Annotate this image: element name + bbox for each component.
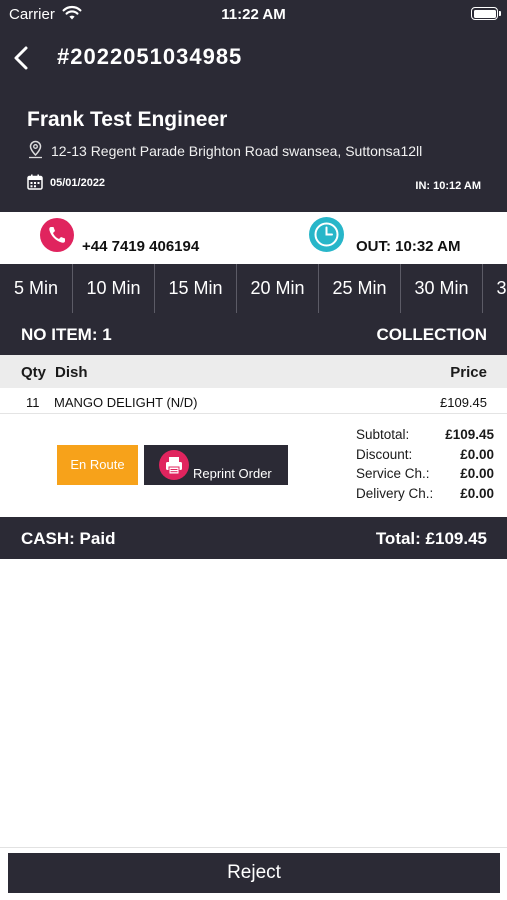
payment-bar: CASH: Paid Total: £109.45 bbox=[0, 517, 507, 559]
discount-value: £0.00 bbox=[460, 446, 494, 462]
time-option-35-min[interactable]: 35 Min bbox=[483, 264, 507, 313]
battery-icon bbox=[471, 7, 501, 20]
reprint-order-label: Reprint Order bbox=[193, 466, 272, 481]
in-time: IN: 10:12 AM bbox=[415, 180, 481, 192]
time-option-5-min[interactable]: 5 Min bbox=[0, 264, 73, 313]
service-charge-line: Service Ch.: £0.00 bbox=[356, 466, 496, 486]
dish-column-header: Dish bbox=[55, 364, 88, 381]
service-charge-value: £0.00 bbox=[460, 466, 494, 482]
discount-label: Discount: bbox=[356, 446, 413, 462]
order-id: #2022051034985 bbox=[57, 44, 243, 69]
clock-icon bbox=[309, 217, 344, 252]
divider bbox=[0, 847, 507, 848]
item-price: £109.45 bbox=[440, 395, 487, 410]
time-option-25-min[interactable]: 25 Min bbox=[319, 264, 401, 313]
reprint-order-button[interactable]: Reprint Order bbox=[144, 445, 288, 485]
table-row: 11 MANGO DELIGHT (N/D) £109.45 bbox=[0, 389, 507, 414]
item-count: NO ITEM: 1 bbox=[21, 325, 112, 344]
reject-button[interactable]: Reject bbox=[8, 853, 500, 893]
subtotal-value: £109.45 bbox=[445, 427, 494, 442]
item-dish: MANGO DELIGHT (N/D) bbox=[54, 395, 198, 410]
time-options-bar: 5 Min 10 Min 15 Min 20 Min 25 Min 30 Min… bbox=[0, 264, 507, 313]
time-option-10-min[interactable]: 10 Min bbox=[73, 264, 155, 313]
payment-status: CASH: Paid bbox=[21, 529, 116, 548]
discount-line: Discount: £0.00 bbox=[356, 447, 496, 467]
time-option-30-min[interactable]: 30 Min bbox=[401, 264, 483, 313]
customer-phone[interactable]: +44 7419 406194 bbox=[82, 238, 199, 255]
service-charge-label: Service Ch.: bbox=[356, 466, 430, 482]
items-table-header: Qty Dish Price bbox=[0, 355, 507, 388]
order-summary: Subtotal: £109.45 Discount: £0.00 Servic… bbox=[356, 427, 496, 506]
time-option-20-min[interactable]: 20 Min bbox=[237, 264, 319, 313]
location-pin-icon bbox=[29, 140, 42, 159]
order-header: Carrier 11:22 AM #2022051034985 Frank Te… bbox=[0, 0, 507, 212]
status-bar: Carrier 11:22 AM bbox=[0, 0, 507, 28]
price-column-header: Price bbox=[450, 364, 487, 381]
customer-name: Frank Test Engineer bbox=[27, 108, 228, 131]
qty-column-header: Qty bbox=[21, 364, 47, 381]
delivery-charge-value: £0.00 bbox=[460, 486, 494, 502]
subtotal-line: Subtotal: £109.45 bbox=[356, 427, 496, 447]
phone-icon[interactable] bbox=[40, 218, 74, 252]
subtotal-label: Subtotal: bbox=[356, 427, 410, 442]
calendar-icon bbox=[27, 174, 43, 190]
back-icon[interactable] bbox=[10, 44, 34, 72]
items-summary-bar: NO ITEM: 1 COLLECTION bbox=[0, 313, 507, 355]
en-route-button[interactable]: En Route bbox=[57, 445, 138, 485]
delivery-charge-line: Delivery Ch.: £0.00 bbox=[356, 486, 496, 506]
customer-address: 12-13 Regent Parade Brighton Road swanse… bbox=[51, 143, 423, 159]
order-date: 05/01/2022 bbox=[50, 177, 106, 189]
order-total: Total: £109.45 bbox=[375, 529, 487, 548]
item-qty: 11 bbox=[26, 395, 40, 410]
out-time: OUT: 10:32 AM bbox=[356, 238, 461, 255]
time-option-15-min[interactable]: 15 Min bbox=[155, 264, 237, 313]
order-type: COLLECTION bbox=[376, 325, 488, 344]
delivery-charge-label: Delivery Ch.: bbox=[356, 486, 434, 502]
clock-time: 11:22 AM bbox=[221, 6, 286, 23]
printer-icon bbox=[159, 450, 189, 480]
